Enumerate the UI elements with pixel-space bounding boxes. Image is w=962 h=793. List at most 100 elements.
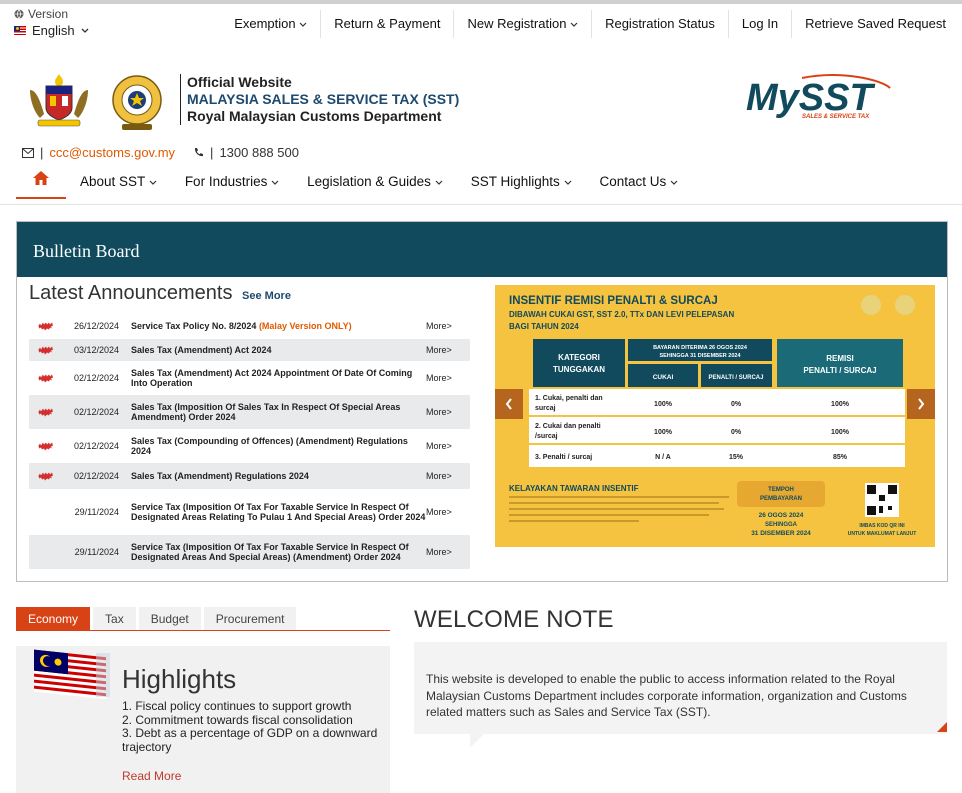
language-selector[interactable]: English [14, 23, 89, 38]
new-badge-cell [29, 346, 67, 355]
nav-about-sst[interactable]: About SST [66, 164, 171, 199]
version-selector[interactable]: Version [14, 7, 68, 21]
bulletin-board: Bulletin Board Latest Announcements See … [16, 221, 948, 582]
malaysia-coat-of-arms-logo[interactable] [24, 72, 94, 132]
announcement-title-cell[interactable]: Service Tax Policy No. 8/2024 (Malay Ver… [131, 316, 426, 336]
announcement-date: 02/12/2024 [73, 471, 119, 481]
banner-row-2-remission: 100% [831, 429, 850, 436]
nav-label: Contact Us [599, 174, 667, 189]
new-badge-icon [38, 322, 53, 330]
announcement-title-cell[interactable]: Service Tax (Imposition Of Tax For Taxab… [131, 537, 426, 567]
banner-row-2-category-2: /surcaj [535, 433, 558, 440]
nav-for-industries[interactable]: For Industries [171, 164, 293, 199]
official-website-label: Official Website [187, 74, 292, 90]
banner-col-tax: CUKAI [653, 374, 674, 381]
home-icon [33, 171, 49, 185]
announcement-row[interactable]: 03/12/2024 Sales Tax (Amendment) Act 2024… [29, 339, 470, 361]
announcements-table: 26/12/2024 Service Tax Policy No. 8/2024 … [29, 313, 470, 569]
top-nav-retrieve-saved-request[interactable]: Retrieve Saved Request [792, 10, 954, 38]
announcement-row[interactable]: 02/12/2024 Sales Tax (Amendment) Act 2024… [29, 361, 470, 395]
top-nav-new-registration[interactable]: New Registration [454, 10, 593, 38]
announcement-title-cell[interactable]: Sales Tax (Amendment) Regulations 2024 [131, 466, 426, 486]
announcement-title-cell[interactable]: Sales Tax (Amendment) Act 2024 Appointme… [131, 363, 426, 393]
welcome-note-title: WELCOME NOTE [414, 606, 614, 633]
home-button[interactable] [16, 164, 66, 199]
announcement-title-cell[interactable]: Service Tax (Imposition Of Tax For Taxab… [131, 497, 426, 527]
banner-row-1-remission: 100% [831, 401, 850, 408]
announcement-row[interactable]: 29/11/2024 Service Tax (Imposition Of Tax… [29, 489, 470, 535]
nav-contact-us[interactable]: Contact Us [586, 164, 693, 199]
announcement-title: Sales Tax (Imposition Of Sales Tax In Re… [131, 402, 401, 422]
more-link[interactable]: More> [426, 441, 470, 451]
banner-header-category [533, 339, 625, 387]
announcement-title-cell[interactable]: Sales Tax (Amendment) Act 2024 [131, 340, 426, 360]
more-link[interactable]: More> [426, 507, 470, 517]
banner-subtitle-1: DIBAWAH CUKAI GST, SST 2.0, TTx DAN LEVI… [509, 310, 734, 319]
phone-number[interactable]: 1300 888 500 [219, 145, 299, 160]
more-link[interactable]: More> [426, 373, 470, 383]
chevron-down-icon [271, 180, 279, 185]
incentive-banner-slide[interactable]: INSENTIF REMISI PENALTI & SURCAJ DIBAWAH… [495, 285, 935, 547]
banner-col-remission-1: REMISI [826, 354, 854, 363]
announcement-row[interactable]: 02/12/2024 Sales Tax (Amendment) Regulati… [29, 463, 470, 489]
announcement-title-cell[interactable]: Sales Tax (Compounding of Offences) (Ame… [131, 431, 426, 461]
top-nav-return-payment[interactable]: Return & Payment [321, 10, 455, 38]
banner-subtitle-2: BAGI TAHUN 2024 [509, 322, 579, 331]
read-more-link[interactable]: Read More [122, 769, 181, 783]
highlight-item: 2. Commitment towards fiscal consolidati… [122, 712, 353, 727]
announcement-row[interactable]: 02/12/2024 Sales Tax (Compounding of Offe… [29, 429, 470, 463]
nav-label: SST Highlights [470, 174, 560, 189]
banner-fine-print-line [509, 520, 639, 522]
announcement-title-cell[interactable]: Sales Tax (Imposition Of Sales Tax In Re… [131, 397, 426, 427]
incentive-banner-graphic: INSENTIF REMISI PENALTI & SURCAJ DIBAWAH… [495, 285, 935, 547]
more-link[interactable]: More> [426, 345, 470, 355]
new-badge-icon [38, 442, 53, 450]
chevron-down-icon [564, 180, 571, 185]
nav-label: About SST [80, 174, 146, 189]
tab-economy[interactable]: Economy [16, 607, 91, 630]
more-link[interactable]: More> [426, 407, 470, 417]
envelope-icon [22, 147, 34, 158]
announcement-date: 02/12/2024 [73, 373, 119, 383]
announcement-note: (Malay Version ONLY) [258, 321, 352, 331]
banner-col-category-2: TUNGGAKAN [553, 365, 605, 374]
tab-tax[interactable]: Tax [93, 607, 136, 630]
nav-sst-highlights[interactable]: SST Highlights [457, 164, 586, 199]
highlights-list: 1. Fiscal policy continues to support gr… [122, 699, 380, 754]
nav-legislation-guides[interactable]: Legislation & Guides [293, 164, 457, 199]
coat-of-arms-small-icon [861, 295, 881, 315]
department-name: Royal Malaysian Customs Department [187, 108, 442, 124]
customs-department-logo[interactable] [102, 72, 172, 132]
carousel-prev-button[interactable] [495, 389, 523, 419]
tab-procurement[interactable]: Procurement [203, 607, 297, 630]
announcement-row[interactable]: 26/12/2024 Service Tax Policy No. 8/2024 … [29, 313, 470, 339]
more-link[interactable]: More> [426, 321, 470, 331]
announcement-row[interactable]: 02/12/2024 Sales Tax (Imposition Of Sales… [29, 395, 470, 429]
banner-period-2: SEHINGGA [765, 522, 798, 528]
see-more-link[interactable]: See More [242, 290, 291, 302]
announcement-row[interactable]: 29/11/2024 Service Tax (Imposition Of Tax… [29, 535, 470, 569]
email-link[interactable]: ccc@customs.gov.my [49, 145, 175, 160]
top-nav-label: Exemption [234, 16, 296, 31]
banner-eligibility-title: KELAYAKAN TAWARAN INSENTIF [509, 484, 639, 493]
announcement-date: 02/12/2024 [73, 441, 119, 451]
mysst-logo[interactable]: MySST SALES & SERVICE TAX [742, 72, 894, 122]
banner-col-remission-2: PENALTI / SURCAJ [803, 366, 876, 375]
top-nav-registration-status[interactable]: Registration Status [592, 10, 729, 38]
more-link[interactable]: More> [426, 547, 470, 557]
banner-fine-print-line [509, 514, 709, 516]
announcement-title: Sales Tax (Amendment) Regulations 2024 [131, 471, 309, 481]
welcome-note-text: This website is developed to enable the … [426, 672, 907, 719]
banner-period-badge [737, 481, 825, 507]
carousel-next-button[interactable] [907, 389, 935, 419]
new-badge-cell [29, 374, 67, 383]
banner-period-1: 26 OGOS 2024 [759, 512, 804, 519]
banner-fine-print-line [509, 502, 719, 504]
top-nav-exemption[interactable]: Exemption [221, 10, 322, 38]
top-nav-log-in[interactable]: Log In [729, 10, 793, 38]
language-label: English [32, 23, 75, 38]
more-link[interactable]: More> [426, 471, 470, 481]
tab-budget[interactable]: Budget [138, 607, 201, 630]
mysst-logo-tagline: SALES & SERVICE TAX [802, 114, 870, 120]
announcement-title: Service Tax (Imposition Of Tax For Taxab… [131, 542, 409, 562]
